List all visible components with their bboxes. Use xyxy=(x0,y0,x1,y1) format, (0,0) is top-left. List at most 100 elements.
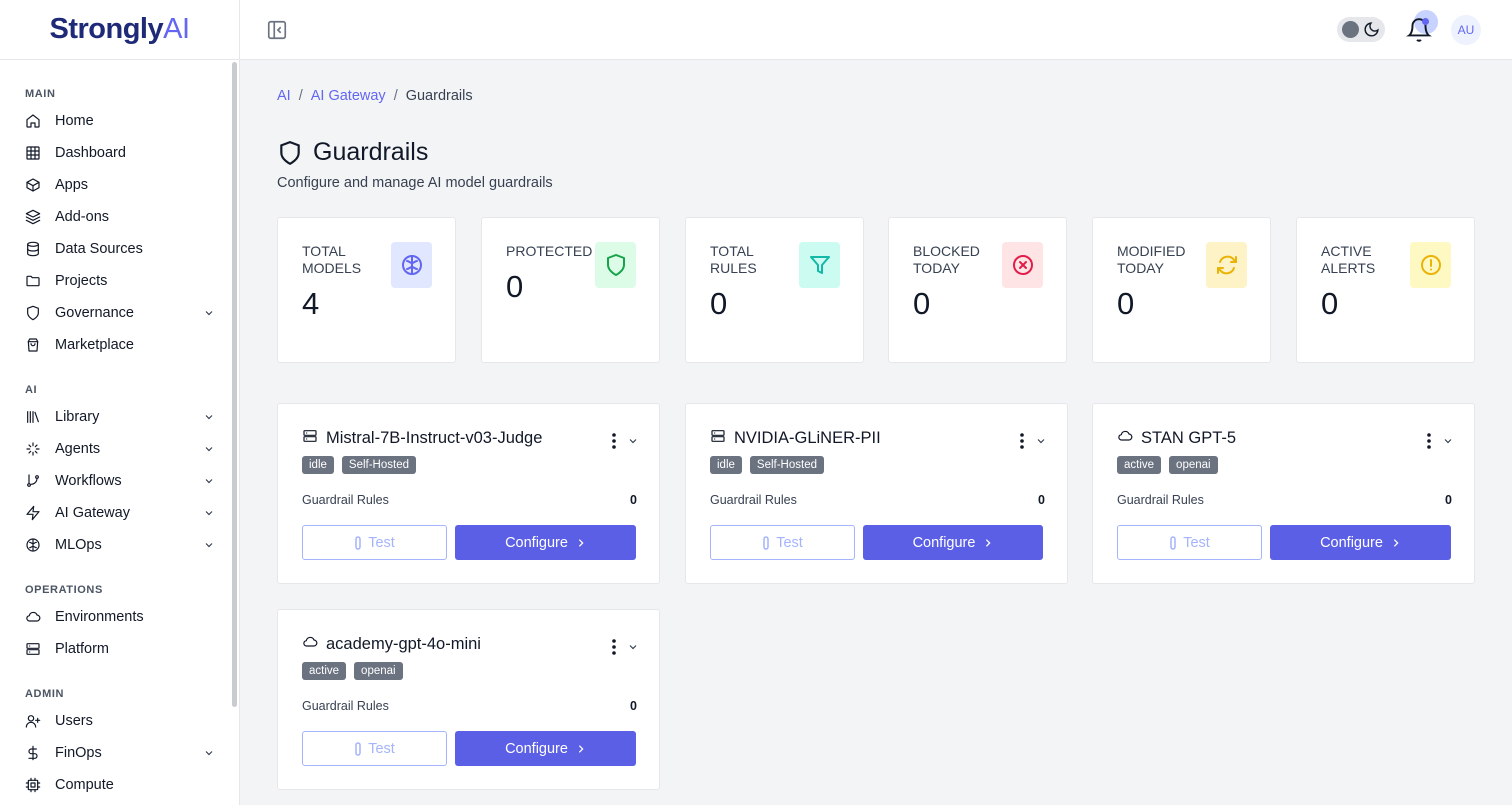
sidebar-item-label: MLOps xyxy=(55,537,102,553)
sidebar-item-workflows[interactable]: Workflows xyxy=(25,467,215,495)
box-icon xyxy=(25,177,41,193)
more-options-icon[interactable] xyxy=(1426,432,1432,450)
sidebar-item-compute[interactable]: Compute xyxy=(25,771,215,799)
more-options-icon[interactable] xyxy=(611,638,617,656)
sidebar-item-home[interactable]: Home xyxy=(25,107,215,135)
chevron-down-icon[interactable] xyxy=(203,307,215,319)
chevron-down-icon[interactable] xyxy=(203,443,215,455)
sidebar-item-label: Agents xyxy=(55,441,101,457)
sidebar-item-data-sources[interactable]: Data Sources xyxy=(25,235,215,263)
dollar-icon xyxy=(25,745,41,761)
sidebar-item-mlops[interactable]: MLOps xyxy=(25,531,215,559)
zap-icon xyxy=(25,505,41,521)
sidebar-item-dashboard[interactable]: Dashboard xyxy=(25,139,215,167)
sidebar-item-apps[interactable]: Apps xyxy=(25,171,215,199)
sidebar-item-label: FinOps xyxy=(55,745,102,761)
model-name: academy-gpt-4o-mini xyxy=(326,635,481,653)
test-tube-icon xyxy=(763,535,769,550)
type-badge: openai xyxy=(1169,456,1218,474)
cpu-icon xyxy=(25,777,41,793)
guardrail-rules-count: 0 xyxy=(1445,493,1452,507)
model-card: STAN GPT-5 active openai Guardrail Rules 0 Te… xyxy=(1092,403,1475,584)
sidebar-item-add-ons[interactable]: Add-ons xyxy=(25,203,215,231)
sidebar-item-marketplace[interactable]: Marketplace xyxy=(25,331,215,359)
folder-icon xyxy=(25,273,41,289)
sidebar-item-environments[interactable]: Environments xyxy=(25,603,215,631)
configure-button[interactable]: Configure xyxy=(1270,525,1451,560)
logo[interactable]: StronglyAI xyxy=(49,13,190,46)
type-badge: openai xyxy=(354,662,403,680)
sidebar-item-agents[interactable]: Agents xyxy=(25,435,215,463)
stat-value: 0 xyxy=(710,286,728,321)
sidebar-collapse-icon[interactable] xyxy=(266,19,288,41)
sidebar-item-projects[interactable]: Projects xyxy=(25,267,215,295)
breadcrumb-separator: / xyxy=(393,88,398,104)
configure-button[interactable]: Configure xyxy=(863,525,1043,560)
server-icon xyxy=(710,428,726,449)
sidebar-item-governance[interactable]: Governance xyxy=(25,299,215,327)
sidebar-scrollbar[interactable] xyxy=(232,62,237,707)
chevron-down-icon[interactable] xyxy=(1035,434,1047,446)
guardrail-rules-count: 0 xyxy=(630,699,637,713)
toggle-knob xyxy=(1342,21,1359,38)
breadcrumb-current: Guardrails xyxy=(405,88,473,104)
status-badge: idle xyxy=(710,456,742,474)
alert-circle-icon xyxy=(1410,242,1451,288)
stat-value: 0 xyxy=(1117,286,1135,321)
test-button-label: Test xyxy=(368,740,395,757)
stat-label: Active Alerts xyxy=(1321,243,1376,276)
brain-icon xyxy=(391,242,432,288)
chevron-down-icon[interactable] xyxy=(627,640,639,652)
configure-button-label: Configure xyxy=(505,534,568,551)
model-title: Mistral-7B-Instruct-v03-Judge xyxy=(302,428,542,449)
guardrail-rules-label: Guardrail Rules xyxy=(302,493,389,507)
database-icon xyxy=(25,241,41,257)
sidebar-item-label: Add-ons xyxy=(55,209,110,225)
chevron-down-icon[interactable] xyxy=(1442,434,1454,446)
stat-card-total-models: Total Models 4 xyxy=(277,217,456,363)
user-plus-icon xyxy=(25,713,41,729)
sidebar-item-label: Marketplace xyxy=(55,337,134,353)
sidebar-item-ai-gateway[interactable]: AI Gateway xyxy=(25,499,215,527)
chevron-down-icon[interactable] xyxy=(203,539,215,551)
type-badge: Self-Hosted xyxy=(749,456,824,474)
configure-button[interactable]: Configure xyxy=(455,731,636,766)
sidebar-item-label: Workflows xyxy=(55,473,122,489)
test-button[interactable]: Test xyxy=(302,525,447,560)
sidebar-item-label: Data Sources xyxy=(55,241,143,257)
sidebar-item-label: Dashboard xyxy=(55,145,126,161)
notification-dot xyxy=(1422,18,1429,25)
breadcrumb: AI / AI Gateway / Guardrails xyxy=(277,88,473,104)
chevron-down-icon[interactable] xyxy=(203,747,215,759)
theme-toggle[interactable] xyxy=(1337,17,1385,42)
model-title: academy-gpt-4o-mini xyxy=(302,634,481,655)
test-button[interactable]: Test xyxy=(302,731,447,766)
guardrail-rules-label: Guardrail Rules xyxy=(302,699,389,713)
logo-area: StronglyAI xyxy=(0,0,239,60)
refresh-icon xyxy=(1206,242,1247,288)
status-badge: idle xyxy=(302,456,334,474)
model-title: STAN GPT-5 xyxy=(1117,428,1236,449)
breadcrumb-ai-gateway[interactable]: AI Gateway xyxy=(311,88,386,104)
chevron-down-icon[interactable] xyxy=(203,475,215,487)
moon-icon xyxy=(1363,21,1380,38)
sidebar-item-finops[interactable]: FinOps xyxy=(25,739,215,767)
chevron-down-icon[interactable] xyxy=(627,434,639,446)
more-options-icon[interactable] xyxy=(1019,432,1025,450)
test-button[interactable]: Test xyxy=(1117,525,1262,560)
chevron-down-icon[interactable] xyxy=(203,507,215,519)
chevron-down-icon[interactable] xyxy=(203,411,215,423)
test-button[interactable]: Test xyxy=(710,525,855,560)
sidebar-item-library[interactable]: Library xyxy=(25,403,215,431)
notifications-button[interactable] xyxy=(1406,10,1438,43)
more-options-icon[interactable] xyxy=(611,432,617,450)
user-avatar[interactable]: AU xyxy=(1451,15,1481,45)
breadcrumb-ai[interactable]: AI xyxy=(277,88,291,104)
stat-value: 0 xyxy=(506,269,524,304)
sidebar-item-users[interactable]: Users xyxy=(25,707,215,735)
configure-button[interactable]: Configure xyxy=(455,525,636,560)
sidebar-item-platform[interactable]: Platform xyxy=(25,635,215,663)
section-title-main: MAIN xyxy=(25,88,56,100)
model-card: academy-gpt-4o-mini active openai Guardrail… xyxy=(277,609,660,790)
chevron-right-icon xyxy=(578,538,584,547)
